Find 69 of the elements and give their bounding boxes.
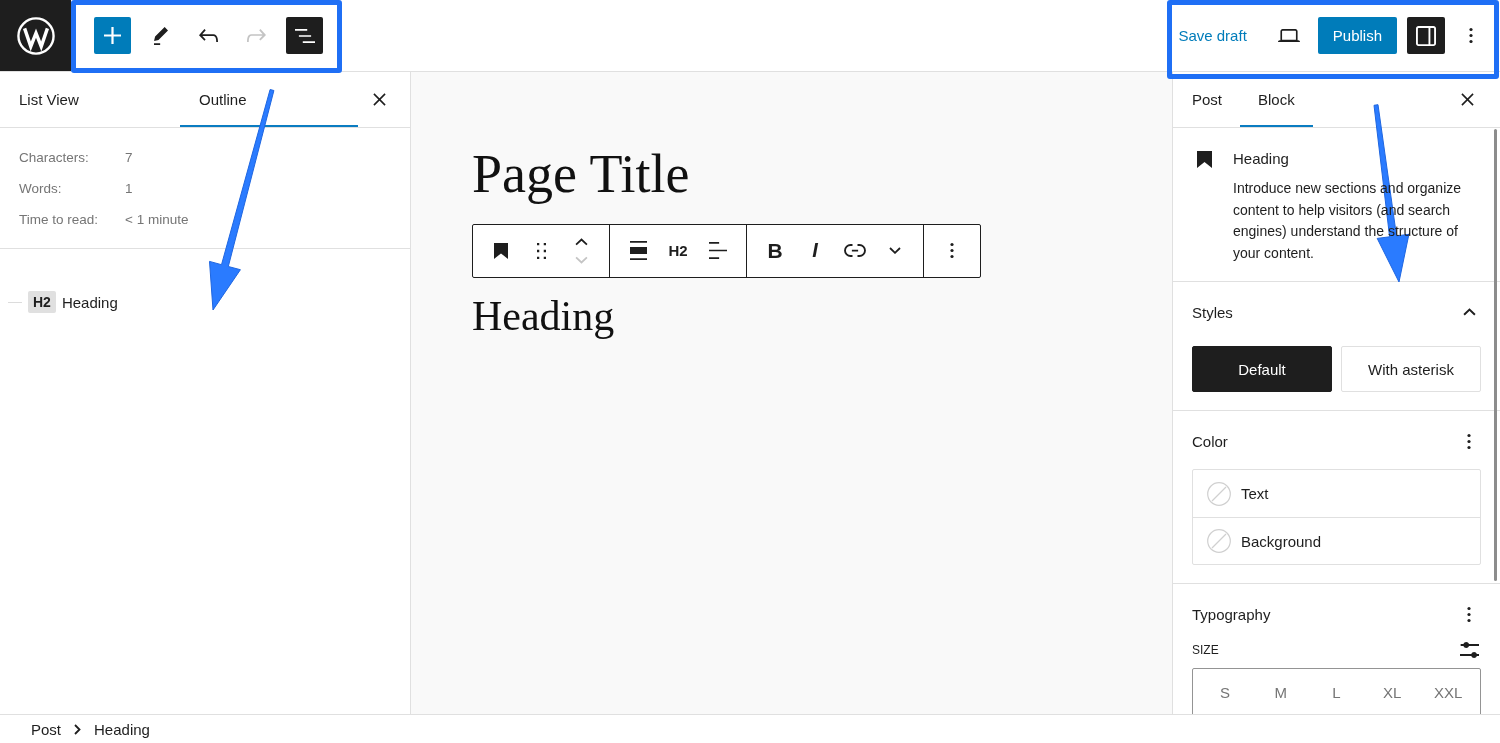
- scrollbar-thumb[interactable]: [1494, 129, 1497, 581]
- style-option[interactable]: Default: [1192, 346, 1332, 392]
- logo-icon: [16, 16, 55, 55]
- sidebar-panel-icon: [1416, 25, 1436, 46]
- font-size-option[interactable]: XL: [1364, 669, 1421, 714]
- sliders-icon: [1459, 642, 1479, 658]
- heading-block[interactable]: Heading: [472, 290, 1172, 342]
- align-left-icon: [709, 242, 727, 260]
- section-title: Color: [1192, 432, 1228, 450]
- section-title: Styles: [1192, 303, 1233, 321]
- font-size-option[interactable]: XXL: [1420, 669, 1476, 714]
- stat-value: < 1 minute: [125, 212, 189, 227]
- empty-swatch-icon: [1207, 529, 1231, 553]
- vertical-ellipsis-icon: [950, 242, 954, 260]
- settings-sidebar-button[interactable]: [1407, 17, 1445, 54]
- plus-icon: [104, 27, 121, 44]
- page-title[interactable]: Page Title: [472, 142, 1172, 207]
- font-size-option[interactable]: L: [1308, 669, 1365, 714]
- link-icon: [844, 244, 866, 258]
- list-view-button[interactable]: [286, 17, 323, 54]
- add-block-button[interactable]: [94, 17, 131, 54]
- stat-value: 7: [125, 150, 133, 165]
- heading-level-button[interactable]: H2: [658, 230, 698, 271]
- close-icon: [372, 93, 386, 106]
- chevron-down-icon: [889, 247, 901, 255]
- breadcrumb-link[interactable]: Heading: [94, 720, 150, 738]
- bold-button[interactable]: B: [755, 230, 795, 271]
- stat-value: 1: [125, 181, 133, 196]
- site-logo-button[interactable]: [0, 0, 71, 71]
- chevron-down-icon: [574, 255, 588, 264]
- color-option[interactable]: Background: [1193, 517, 1480, 564]
- save-draft-button[interactable]: Save draft: [1166, 17, 1259, 54]
- outline-item-link[interactable]: Heading: [61, 293, 118, 311]
- list-view-icon: [294, 28, 315, 43]
- empty-swatch-icon: [1207, 481, 1231, 506]
- bookmark-icon: [494, 242, 508, 259]
- block-name: Heading: [1233, 149, 1290, 169]
- sidebar-tab[interactable]: Post: [1173, 72, 1240, 127]
- font-size-option[interactable]: S: [1197, 669, 1253, 714]
- drag-handle-icon: [536, 242, 546, 259]
- vertical-ellipsis-icon: [1467, 432, 1471, 450]
- outline-connector-line: [8, 301, 22, 303]
- vertical-ellipsis-icon: [1467, 605, 1471, 623]
- sidebar-tab[interactable]: Block: [1240, 72, 1313, 127]
- panel-tab[interactable]: List View: [0, 72, 180, 127]
- publish-button[interactable]: Publish: [1317, 17, 1397, 54]
- size-label: SIZE: [1192, 643, 1219, 657]
- stat-label: Time to read:: [19, 212, 100, 227]
- color-option[interactable]: Text: [1193, 470, 1480, 517]
- align-none-icon: [629, 241, 647, 261]
- undo-icon: [199, 29, 218, 42]
- stat-label: Characters:: [19, 150, 90, 165]
- font-size-option[interactable]: M: [1252, 669, 1309, 714]
- redo-icon: [247, 29, 266, 42]
- pencil-icon: [153, 26, 168, 45]
- chevron-up-icon: [1462, 308, 1476, 316]
- vertical-ellipsis-icon: [1469, 27, 1473, 44]
- breadcrumb-link[interactable]: Post: [31, 720, 61, 738]
- style-option[interactable]: With asterisk: [1341, 346, 1481, 392]
- section-title: Typography: [1192, 605, 1271, 623]
- bookmark-icon: [1197, 151, 1212, 168]
- italic-button[interactable]: I: [795, 230, 835, 271]
- stat-label: Words:: [19, 181, 63, 196]
- chevron-right-icon: [74, 723, 81, 735]
- chevron-up-icon: [574, 237, 588, 246]
- panel-tab[interactable]: Outline: [180, 72, 358, 127]
- heading-level-badge: H2: [28, 291, 56, 313]
- laptop-icon: [1278, 29, 1301, 42]
- close-icon: [1460, 93, 1474, 106]
